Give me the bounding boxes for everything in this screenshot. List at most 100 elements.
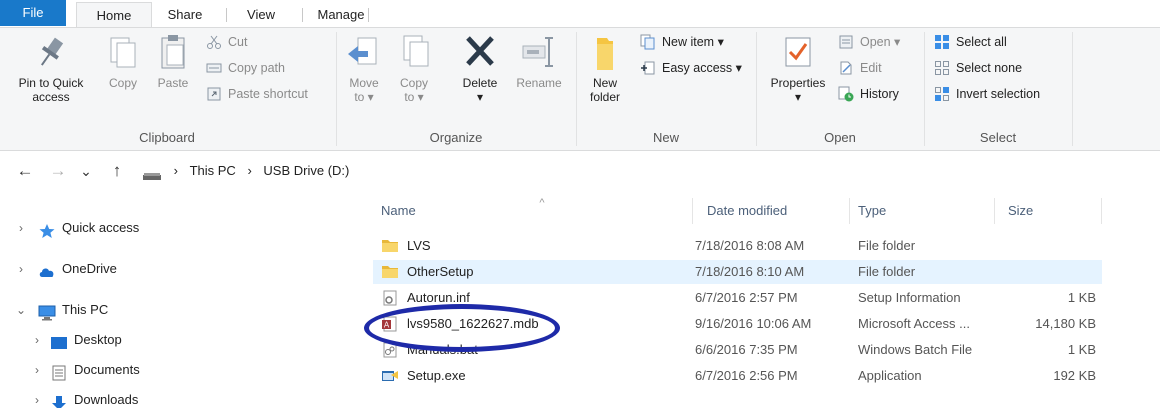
column-separator[interactable] xyxy=(1101,198,1102,224)
copy-button[interactable]: Copy xyxy=(100,32,146,90)
nav-item-this-pc[interactable]: ⌄ This PC xyxy=(0,295,360,325)
easy-access-icon xyxy=(640,60,656,76)
copy-to-button[interactable]: Copy to ▾ xyxy=(392,32,436,104)
copy-path-button[interactable]: Copy path xyxy=(206,58,285,78)
paste-shortcut-icon xyxy=(206,86,222,102)
paste-icon xyxy=(153,32,193,72)
column-separator[interactable] xyxy=(849,198,850,224)
up-button[interactable]: ↑ xyxy=(104,159,130,183)
file-size: 192 KB xyxy=(1053,368,1096,383)
rename-label: Rename xyxy=(516,76,562,90)
file-size: 1 KB xyxy=(1067,290,1096,305)
file-row[interactable]: OtherSetup 7/18/2016 8:10 AM File folder xyxy=(373,260,1102,284)
file-date: 7/18/2016 8:10 AM xyxy=(695,264,805,279)
history-button[interactable]: History xyxy=(838,84,899,104)
desktop-icon xyxy=(50,332,68,349)
nav-item-quick-access[interactable]: › Quick access xyxy=(0,213,360,243)
paste-button[interactable]: Paste xyxy=(150,32,196,90)
tab-separator xyxy=(302,8,303,22)
select-none-button[interactable]: Select none xyxy=(934,58,1022,78)
tab-manage[interactable]: Manage xyxy=(308,2,374,28)
easy-access-label: Easy access ▾ xyxy=(662,61,742,75)
nav-label: Downloads xyxy=(74,392,139,407)
move-to-label-line2: to ▾ xyxy=(354,90,374,104)
file-name: LVS xyxy=(407,238,431,253)
pin-to-quick-access-button[interactable]: Pin to Quick access xyxy=(0,32,102,104)
tab-file[interactable]: File xyxy=(0,0,66,26)
new-item-icon xyxy=(640,34,656,50)
breadcrumb[interactable]: › This PC › USB Drive (D:) xyxy=(142,159,1160,183)
tab-home[interactable]: Home xyxy=(76,2,152,29)
open-group-label: Open xyxy=(824,130,856,145)
properties-label-line2: ▾ xyxy=(794,90,802,104)
column-separator[interactable] xyxy=(994,198,995,224)
nav-item-desktop[interactable]: › Desktop xyxy=(0,325,360,355)
breadcrumb-this-pc[interactable]: This PC xyxy=(190,159,236,183)
tab-share[interactable]: Share xyxy=(156,2,214,28)
select-all-icon xyxy=(934,34,950,50)
invert-selection-label: Invert selection xyxy=(956,87,1041,101)
back-button[interactable]: ← xyxy=(12,159,38,183)
history-label: History xyxy=(860,87,899,101)
breadcrumb-usb-drive[interactable]: USB Drive (D:) xyxy=(263,159,349,183)
edit-label: Edit xyxy=(860,61,882,75)
open-icon xyxy=(838,34,854,50)
select-all-button[interactable]: Select all xyxy=(934,32,1007,52)
delete-button[interactable]: Delete ▾ xyxy=(452,32,508,104)
file-type: Setup Information xyxy=(858,290,961,305)
clipboard-group-label: Clipboard xyxy=(139,130,195,145)
rename-icon xyxy=(519,32,559,72)
edit-button[interactable]: Edit xyxy=(838,58,882,78)
invert-selection-button[interactable]: Invert selection xyxy=(934,84,1040,104)
cut-button[interactable]: Cut xyxy=(206,32,247,52)
column-header-date-modified[interactable]: Date modified xyxy=(707,198,847,224)
column-header-size[interactable]: Size xyxy=(1008,198,1098,224)
file-row[interactable]: Setup.exe 6/7/2016 2:56 PM Application 1… xyxy=(373,364,1102,388)
breadcrumb-separator: › xyxy=(247,163,252,178)
file-type: Windows Batch File xyxy=(858,342,973,357)
file-row[interactable]: LVS 7/18/2016 8:08 AM File folder xyxy=(373,234,1102,258)
column-header-name[interactable]: Name xyxy=(381,198,681,224)
move-to-button[interactable]: Move to ▾ xyxy=(342,32,386,104)
organize-group-label: Organize xyxy=(429,130,483,145)
rename-button[interactable]: Rename xyxy=(510,32,568,90)
tab-view[interactable]: View xyxy=(232,2,290,28)
nav-label: This PC xyxy=(62,302,109,317)
properties-label-line1: Properties xyxy=(770,76,826,90)
nav-label: Desktop xyxy=(74,332,122,347)
new-item-label: New item ▾ xyxy=(662,35,724,49)
column-header-type[interactable]: Type xyxy=(858,198,988,224)
select-none-icon xyxy=(934,60,950,76)
group-separator xyxy=(1072,32,1073,146)
properties-button[interactable]: Properties ▾ xyxy=(762,32,834,104)
pin-label-line2: access xyxy=(32,90,70,104)
easy-access-button[interactable]: Easy access ▾ xyxy=(640,58,742,78)
group-separator xyxy=(336,32,337,146)
group-separator xyxy=(924,32,925,146)
open-button[interactable]: Open ▾ xyxy=(838,32,900,52)
cut-label: Cut xyxy=(228,35,248,49)
new-item-button[interactable]: New item ▾ xyxy=(640,32,724,52)
nav-item-onedrive[interactable]: › OneDrive xyxy=(0,254,360,284)
tab-separator xyxy=(226,8,227,22)
paste-shortcut-button[interactable]: Paste shortcut xyxy=(206,84,308,104)
file-size: 1 KB xyxy=(1067,342,1096,357)
tab-separator xyxy=(368,8,369,22)
nav-item-downloads[interactable]: › Downloads xyxy=(0,385,360,408)
file-date: 6/6/2016 7:35 PM xyxy=(695,342,798,357)
nav-label: Quick access xyxy=(62,220,140,235)
file-date: 6/7/2016 2:56 PM xyxy=(695,368,798,383)
file-date: 6/7/2016 2:57 PM xyxy=(695,290,798,305)
documents-icon xyxy=(50,362,68,381)
nav-item-documents[interactable]: › Documents xyxy=(0,355,360,385)
recent-locations-button[interactable]: ⌄ xyxy=(74,159,98,183)
nav-label: Documents xyxy=(74,362,140,377)
file-type: Microsoft Access ... xyxy=(858,316,970,331)
new-folder-button[interactable]: New folder xyxy=(582,32,628,104)
new-folder-label-line2: folder xyxy=(589,90,621,104)
file-name: OtherSetup xyxy=(407,264,474,279)
chevron-right-icon: › xyxy=(35,363,39,377)
forward-button[interactable]: → xyxy=(46,159,70,183)
edit-icon xyxy=(838,60,854,76)
column-separator[interactable] xyxy=(692,198,693,224)
